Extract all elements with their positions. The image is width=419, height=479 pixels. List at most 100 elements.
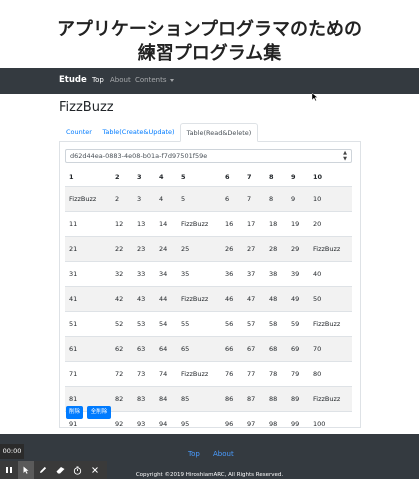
table-cell: 14 (155, 211, 177, 237)
table-cell: 88 (265, 386, 287, 412)
table-cell: 52 (111, 311, 133, 337)
caret-down-icon (169, 78, 174, 82)
table-header-cell: 6 (221, 167, 243, 187)
table-cell: 16 (221, 211, 243, 237)
table-cell: 17 (243, 211, 265, 237)
table-cell: 65 (177, 336, 221, 362)
record-select[interactable]: d62d44ea-0883-4e08-b01a-f7d97501f59e ▲ ▼ (65, 149, 352, 163)
table-row[interactable]: 31 32 33 34 35 36 37 38 39 40 (65, 261, 352, 287)
mouse-cursor-icon (312, 93, 318, 101)
table-row[interactable]: 51 52 53 54 55 56 57 58 59 FizzBuzz (65, 311, 352, 337)
table-row[interactable]: 21 22 23 24 25 26 27 28 29 FizzBuzz (65, 236, 352, 262)
table-cell: 24 (155, 236, 177, 262)
delete-all-button[interactable]: 全削除 (87, 406, 111, 419)
table-cell: 48 (265, 286, 287, 312)
tab-table-read-delete[interactable]: Table(Read&Delete) (180, 123, 258, 142)
table-cell: 46 (221, 286, 243, 312)
table-cell: 78 (265, 361, 287, 387)
table-cell: 10 (309, 186, 352, 212)
table-cell: 57 (243, 311, 265, 337)
nav-link-top[interactable]: Top (92, 76, 104, 84)
table-cell: 12 (111, 211, 133, 237)
table-cell: FizzBuzz (177, 211, 221, 237)
timer-icon[interactable] (69, 461, 85, 479)
select-arrows-icon: ▲ ▼ (343, 150, 347, 162)
table-cell: 84 (155, 386, 177, 412)
table-cell: 7 (243, 186, 265, 212)
table-cell: 70 (309, 336, 352, 362)
table-cell: 56 (221, 311, 243, 337)
table-cell: 36 (221, 261, 243, 287)
table-cell: 73 (133, 361, 155, 387)
table-header-row: 1 2 3 4 5 6 7 8 9 10 (65, 167, 352, 187)
table-cell: 43 (133, 286, 155, 312)
table-cell: 92 (111, 411, 133, 436)
section-heading: FizzBuzz (59, 100, 114, 115)
table-cell: FizzBuzz (309, 236, 352, 262)
table-cell: 25 (177, 236, 221, 262)
table-cell: 85 (177, 386, 221, 412)
table-cell: 58 (265, 311, 287, 337)
close-icon[interactable] (87, 461, 103, 479)
pen-icon[interactable] (35, 461, 51, 479)
table-cell: FizzBuzz (177, 361, 221, 387)
table-header: 1 2 3 4 5 6 7 8 9 10 (65, 167, 352, 187)
eraser-icon[interactable] (52, 461, 68, 479)
tab-table-create-update[interactable]: Table(Create&Update) (99, 123, 178, 141)
table-row[interactable]: 61 62 63 64 65 66 67 68 69 70 (65, 336, 352, 362)
table-header-cell: 3 (133, 167, 155, 187)
table-cell: 5 (177, 186, 221, 212)
nav-dropdown-label: Contents (135, 76, 167, 84)
table-cell: 27 (243, 236, 265, 262)
table-cell: 96 (221, 411, 243, 436)
table-cell: 8 (265, 186, 287, 212)
screen-recorder-toolbar: 00:00 (0, 444, 107, 479)
table-cell: 3 (133, 186, 155, 212)
table-cell: 20 (309, 211, 352, 237)
table-cell: 19 (287, 211, 309, 237)
table-cell: FizzBuzz (177, 286, 221, 312)
footer-link-about[interactable]: About (213, 450, 234, 458)
table-cell: 53 (133, 311, 155, 337)
table-cell: 9 (287, 186, 309, 212)
table-cell: 69 (287, 336, 309, 362)
table-cell: 31 (65, 261, 111, 287)
table-cell: 11 (65, 211, 111, 237)
table-row[interactable]: 71 72 73 74 FizzBuzz 76 77 78 79 80 (65, 361, 352, 387)
table-cell: 33 (133, 261, 155, 287)
table-row[interactable]: FizzBuzz 2 3 4 5 6 7 8 9 10 (65, 186, 352, 212)
pause-icon[interactable] (1, 461, 17, 479)
table-cell: 41 (65, 286, 111, 312)
table-cell: 62 (111, 336, 133, 362)
nav-link-about[interactable]: About (110, 76, 131, 84)
table-header-cell: 10 (309, 167, 352, 187)
recorder-tool-bar (0, 461, 107, 479)
table-cell: 68 (265, 336, 287, 362)
table-cell: 44 (155, 286, 177, 312)
recorder-time: 00:00 (0, 444, 24, 459)
table-cell: 59 (287, 311, 309, 337)
table-cell: 40 (309, 261, 352, 287)
footer-link-top[interactable]: Top (188, 450, 200, 458)
table-cell: 87 (243, 386, 265, 412)
nav-dropdown-contents[interactable]: Contents (135, 76, 174, 84)
table-cell: 4 (155, 186, 177, 212)
table-cell: FizzBuzz (309, 386, 352, 412)
table-row[interactable]: 11 12 13 14 FizzBuzz 16 17 18 19 20 (65, 211, 352, 237)
table-cell: 79 (287, 361, 309, 387)
table-cell: 47 (243, 286, 265, 312)
table-header-cell: 5 (177, 167, 221, 187)
table-row[interactable]: 41 42 43 44 FizzBuzz 46 47 48 49 50 (65, 286, 352, 312)
table-cell: 29 (287, 236, 309, 262)
table-body: FizzBuzz 2 3 4 5 6 7 8 9 10 11 12 13 14 FizzBuzz 16 17 18… (65, 186, 352, 436)
table-cell: 64 (155, 336, 177, 362)
delete-button[interactable]: 削除 (66, 406, 83, 419)
table-cell: 63 (133, 336, 155, 362)
table-cell: 66 (221, 336, 243, 362)
tab-counter[interactable]: Counter (59, 123, 99, 141)
table-header-cell: 4 (155, 167, 177, 187)
table-cell: 61 (65, 336, 111, 362)
navbar-brand[interactable]: Etude (59, 75, 87, 85)
pointer-icon[interactable] (18, 461, 34, 479)
record-select-value: d62d44ea-0883-4e08-b01a-f7d97501f59e (70, 152, 208, 160)
